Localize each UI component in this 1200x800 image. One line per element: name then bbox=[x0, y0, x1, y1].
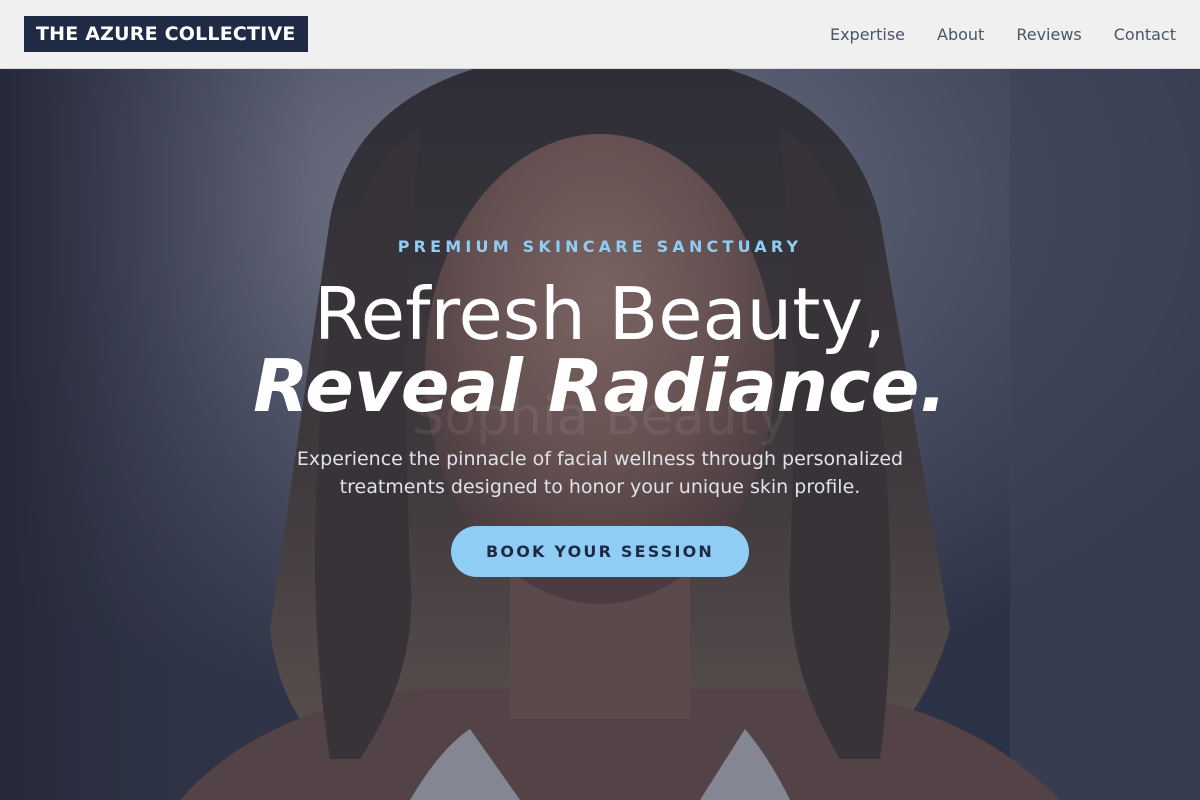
nav-link-expertise[interactable]: Expertise bbox=[830, 25, 905, 44]
hero-eyebrow: PREMIUM SKINCARE SANCTUARY bbox=[397, 237, 803, 256]
nav-link-reviews[interactable]: Reviews bbox=[1016, 25, 1081, 44]
hero-description: Experience the pinnacle of facial wellne… bbox=[296, 448, 904, 498]
hero-section: PREMIUM SKINCARE SANCTUARY Sophia Beauty… bbox=[0, 69, 1200, 800]
main-nav: Expertise About Reviews Contact bbox=[830, 25, 1176, 44]
hero-content: PREMIUM SKINCARE SANCTUARY Sophia Beauty… bbox=[0, 69, 1200, 800]
book-session-button[interactable]: BOOK YOUR SESSION bbox=[451, 526, 749, 577]
hero-headline-line2: Reveal Radiance. bbox=[253, 344, 947, 428]
brand-logo[interactable]: THE AZURE COLLECTIVE bbox=[24, 16, 308, 52]
nav-link-contact[interactable]: Contact bbox=[1114, 25, 1176, 44]
landing-page: THE AZURE COLLECTIVE Expertise About Rev… bbox=[0, 0, 1200, 800]
site-header: THE AZURE COLLECTIVE Expertise About Rev… bbox=[0, 0, 1200, 69]
nav-link-about[interactable]: About bbox=[937, 25, 984, 44]
